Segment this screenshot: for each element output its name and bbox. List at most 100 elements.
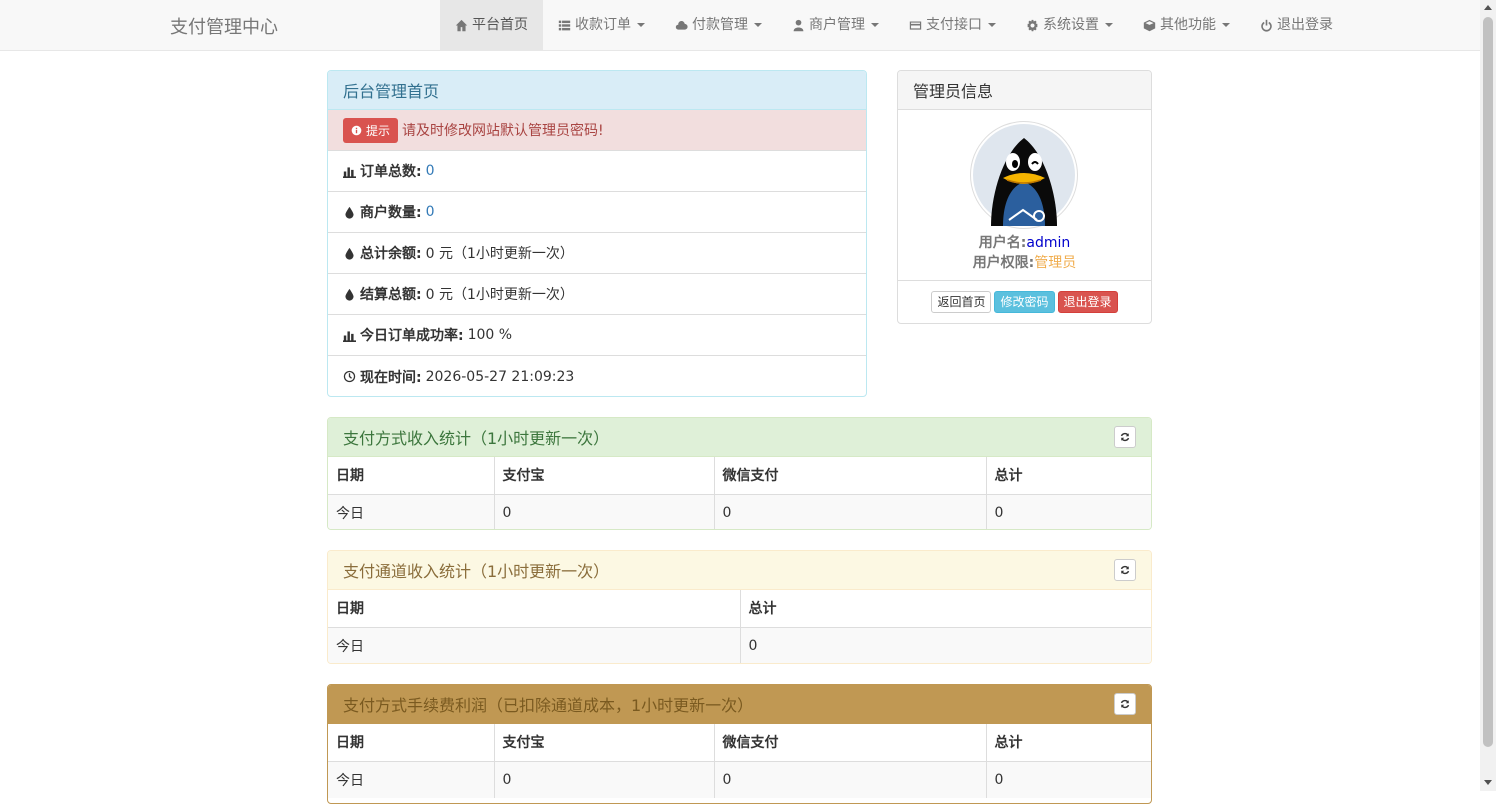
column-header: 总计 (986, 724, 1151, 762)
column-header: 支付宝 (494, 724, 715, 762)
home-button[interactable]: 返回首页 (931, 291, 992, 313)
main-nav: 平台首页 收款订单 付款管理 商户管理 支付接口 系统设置 其他功能 退出登录 (440, 0, 1348, 50)
dashboard-title: 后台管理首页 (328, 71, 866, 110)
caret-down-icon (754, 23, 762, 27)
table-cell: 今日 (328, 761, 495, 798)
change-password-button[interactable]: 修改密码 (994, 291, 1055, 313)
logout-button[interactable]: 退出登录 (1057, 291, 1118, 313)
stat-success-rate: 今日订单成功率: 100 % (328, 315, 866, 356)
column-header: 日期 (328, 457, 495, 495)
method-stats-panel: 支付方式收入统计（1小时更新一次） 日期 支付宝 微信支付 总计 今日 0 0 … (327, 417, 1152, 530)
table-header-row: 日期 总计 (328, 590, 1151, 628)
stat-value: 0 元（1小时更新一次） (425, 246, 574, 262)
user-icon (793, 19, 804, 31)
nav-orders[interactable]: 收款订单 (543, 0, 660, 50)
scroll-down-icon[interactable] (1484, 780, 1492, 785)
vertical-scrollbar[interactable] (1480, 0, 1496, 791)
table-cell: 今日 (328, 627, 741, 663)
info-icon (351, 125, 362, 135)
table-header-row: 日期 支付宝 微信支付 总计 (328, 724, 1151, 762)
power-icon (1261, 19, 1272, 32)
alert-badge: 提示 (343, 117, 399, 143)
channel-stats-table: 日期 总计 今日 0 (328, 590, 1151, 663)
role-label: 用户权限: (972, 255, 1035, 271)
nav-home-label: 平台首页 (472, 17, 528, 33)
stat-label: 结算总额: (360, 287, 422, 303)
merchant-count-link[interactable]: 0 (426, 204, 435, 220)
nav-other-label: 其他功能 (1160, 17, 1216, 33)
fee-stats-table: 日期 支付宝 微信支付 总计 今日 0 0 0 (328, 724, 1151, 798)
nav-payment-api-label: 支付接口 (926, 17, 982, 33)
nav-settings-label: 系统设置 (1043, 17, 1099, 33)
drop-icon (345, 288, 354, 301)
bar-chart-icon (343, 166, 356, 178)
clock-icon (343, 370, 356, 383)
nav-payouts[interactable]: 付款管理 (660, 0, 777, 50)
nav-other[interactable]: 其他功能 (1128, 0, 1245, 50)
bar-chart-icon (343, 330, 356, 342)
nav-payouts-label: 付款管理 (692, 17, 748, 33)
table-row: 今日 0 0 0 (328, 494, 1151, 529)
nav-merchants[interactable]: 商户管理 (777, 0, 894, 50)
brand-title[interactable]: 支付管理中心 (170, 13, 278, 39)
channel-stats-header: 支付通道收入统计（1小时更新一次） (328, 551, 1151, 590)
column-header: 支付宝 (494, 457, 715, 495)
stat-value: 2026-05-27 21:09:23 (425, 368, 575, 385)
order-total-link[interactable]: 0 (426, 163, 435, 179)
table-cell: 0 (494, 761, 715, 798)
refresh-button[interactable] (1114, 426, 1136, 448)
refresh-button[interactable] (1114, 559, 1136, 581)
fee-stats-panel: 支付方式手续费利润（已扣除通道成本，1小时更新一次） 日期 支付宝 微信支付 总… (327, 684, 1152, 804)
refresh-icon (1120, 699, 1130, 709)
table-row: 今日 0 0 0 (328, 761, 1151, 798)
cube-icon (1143, 19, 1156, 31)
scroll-up-icon[interactable] (1484, 5, 1492, 10)
refresh-button[interactable] (1114, 693, 1136, 715)
table-cell: 0 (714, 494, 987, 529)
credit-card-icon (909, 20, 922, 30)
scrollbar-thumb[interactable] (1483, 17, 1493, 747)
nav-settings[interactable]: 系统设置 (1011, 0, 1128, 50)
qq-penguin-avatar (973, 124, 1075, 226)
column-header: 总计 (986, 457, 1151, 495)
admin-title: 管理员信息 (898, 71, 1151, 110)
stat-order-total: 订单总数: 0 (328, 151, 866, 192)
drop-icon (345, 247, 354, 260)
top-navbar: 支付管理中心 平台首页 收款订单 付款管理 商户管理 支付接口 系统设置 其他功… (0, 0, 1480, 51)
caret-down-icon (1105, 23, 1113, 27)
avatar (970, 121, 1078, 229)
method-stats-table: 日期 支付宝 微信支付 总计 今日 0 0 0 (328, 457, 1151, 529)
nav-home[interactable]: 平台首页 (440, 0, 543, 50)
admin-divider (898, 280, 1151, 281)
stat-settlement-total: 结算总额: 0 元（1小时更新一次） (328, 274, 866, 315)
caret-down-icon (1222, 23, 1230, 27)
channel-stats-panel: 支付通道收入统计（1小时更新一次） 日期 总计 今日 0 (327, 550, 1152, 664)
list-icon (558, 20, 571, 30)
nav-orders-label: 收款订单 (575, 17, 631, 33)
nav-logout-label: 退出登录 (1277, 17, 1333, 33)
stat-current-time: 现在时间: 2026-05-27 21:09:23 (328, 356, 866, 396)
table-cell: 0 (986, 494, 1151, 529)
stat-label: 商户数量: (360, 205, 422, 221)
stat-value: 100 % (467, 327, 513, 343)
username-value: admin (1026, 235, 1071, 251)
stat-label: 今日订单成功率: (360, 328, 464, 344)
channel-stats-title: 支付通道收入统计（1小时更新一次） (343, 562, 610, 581)
password-alert: 提示 请及时修改网站默认管理员密码! (328, 110, 866, 151)
stat-label: 现在时间: (360, 369, 422, 386)
dashboard-panel: 后台管理首页 提示 请及时修改网站默认管理员密码! 订单总数: 0 商户数量: … (327, 70, 867, 397)
stat-label: 订单总数: (360, 164, 422, 180)
stat-merchant-count: 商户数量: 0 (328, 192, 866, 233)
role-value: 管理员 (1034, 255, 1077, 271)
table-row: 今日 0 (328, 627, 1151, 663)
nav-logout[interactable]: 退出登录 (1245, 0, 1348, 50)
table-cell: 0 (494, 494, 715, 529)
column-header: 日期 (328, 590, 741, 628)
stat-value: 0 元（1小时更新一次） (425, 287, 574, 303)
alert-badge-label: 提示 (366, 123, 391, 138)
nav-merchants-label: 商户管理 (809, 17, 865, 33)
admin-actions: 返回首页 修改密码 退出登录 (898, 291, 1151, 313)
refresh-icon (1120, 432, 1130, 442)
nav-payment-api[interactable]: 支付接口 (894, 0, 1011, 50)
method-stats-header: 支付方式收入统计（1小时更新一次） (328, 418, 1151, 457)
